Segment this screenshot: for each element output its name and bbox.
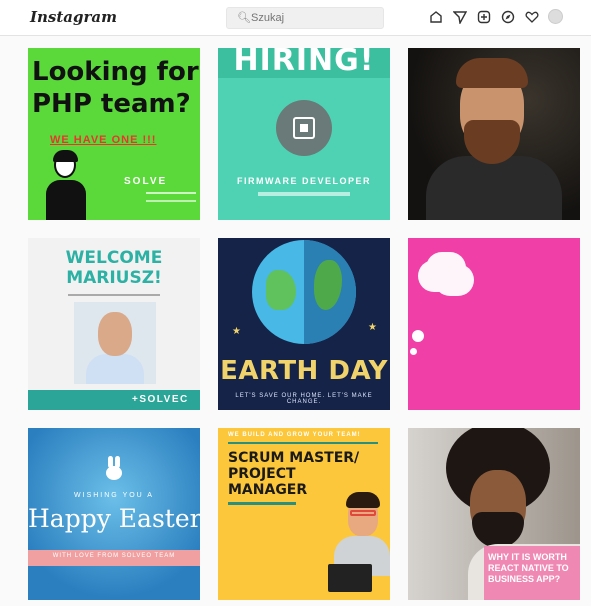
search-box[interactable]: 🔍︎ xyxy=(226,7,384,29)
chip-icon xyxy=(293,117,315,139)
post-welcome-mariusz[interactable]: WELCOME MARIUSZ! +SOLVEC xyxy=(28,238,200,410)
post-caption: LET'S SAVE OUR HOME. LET'S MAKE CHANGE. xyxy=(235,393,373,405)
portrait-shirt xyxy=(426,156,562,220)
post-portrait-man[interactable] xyxy=(408,48,580,220)
cartoon-person-illustration xyxy=(44,150,88,220)
bunny-icon xyxy=(104,456,124,484)
post-happy-easter[interactable]: WISHING YOU A Happy Easter! WITH LOVE FR… xyxy=(28,428,200,600)
post-subheading: WISHING YOU A xyxy=(74,492,154,499)
post-php-team[interactable]: Looking for PHP team? WE HAVE ONE !!! SO… xyxy=(28,48,200,220)
heading-underline xyxy=(228,502,296,505)
brand-label: SOLVE xyxy=(124,176,168,187)
glasses-icon xyxy=(350,510,376,516)
post-scrum-master[interactable]: WE BUILD AND GROW YOUR TEAM! SCRUM MASTE… xyxy=(218,428,390,600)
cloud-shape xyxy=(418,260,458,292)
heading-line: WELCOME xyxy=(65,248,163,268)
heading-line: MARIUSZ! xyxy=(66,268,162,288)
heading-line: PROJECT xyxy=(228,466,296,482)
profile-avatar[interactable] xyxy=(548,9,563,24)
post-top-text: WE BUILD AND GROW YOUR TEAM! xyxy=(228,432,361,438)
caption-subline xyxy=(258,192,350,196)
divider xyxy=(228,442,378,444)
post-caption: FIRMWARE DEVELOPER xyxy=(236,176,371,186)
post-heading: Looking for PHP team? xyxy=(32,56,199,120)
post-pink-clouds[interactable] xyxy=(408,238,580,410)
greeting-strip-text: WITH LOVE FROM SOLVEO TEAM xyxy=(52,553,176,559)
star-icon: ★ xyxy=(368,322,377,333)
heading-line: MANAGER xyxy=(228,482,308,498)
explore-icon[interactable] xyxy=(500,9,516,25)
search-input[interactable] xyxy=(251,10,379,26)
portrait-hair xyxy=(456,58,528,88)
post-heading: Happy Easter! xyxy=(28,504,200,533)
laptop-icon xyxy=(328,564,372,592)
cloud-dot xyxy=(410,348,417,355)
direct-icon[interactable] xyxy=(452,9,468,25)
brand-label: +SOLVEC xyxy=(132,394,189,405)
photo-face xyxy=(98,312,132,356)
overlay-line: BUSINESS APP? xyxy=(488,574,561,584)
heading-line: SCRUM MASTER/ xyxy=(228,450,360,466)
cloud-dot xyxy=(412,330,424,342)
post-heading: EARTH DAY xyxy=(220,356,388,386)
heading-line: Looking for xyxy=(32,57,199,87)
photo-shirt xyxy=(86,354,144,384)
brand-tagline-lines xyxy=(146,192,196,202)
post-heading: WELCOME MARIUSZ! xyxy=(28,248,200,288)
instagram-logo[interactable]: Instagram xyxy=(30,8,117,26)
activity-icon[interactable] xyxy=(524,9,540,25)
post-hiring-firmware[interactable]: HIRING! FIRMWARE DEVELOPER xyxy=(218,48,390,220)
post-heading: HIRING! xyxy=(233,48,375,78)
heading-line: PHP team? xyxy=(32,89,191,119)
post-earth-day[interactable]: ★ ★ EARTH DAY LET'S SAVE OUR HOME. LET'S… xyxy=(218,238,390,410)
overlay-line: REACT NATIVE TO xyxy=(488,563,569,573)
cartoon-person-hair xyxy=(346,492,380,508)
search-icon: 🔍︎ xyxy=(237,12,251,24)
home-icon[interactable] xyxy=(428,9,444,25)
nav-icons xyxy=(428,9,563,25)
post-subheading: WE HAVE ONE !!! xyxy=(50,134,157,146)
overlay-text: WHY IT IS WORTH REACT NATIVE TO BUSINESS… xyxy=(488,552,580,585)
post-react-native[interactable]: WHY IT IS WORTH REACT NATIVE TO BUSINESS… xyxy=(408,428,580,600)
star-icon: ★ xyxy=(232,326,241,337)
top-navigation-bar: Instagram 🔍︎ xyxy=(0,0,591,36)
new-post-icon[interactable] xyxy=(476,9,492,25)
divider xyxy=(68,294,160,296)
overlay-line: WHY IT IS WORTH xyxy=(488,552,567,562)
earth-globe-illustration xyxy=(252,240,356,344)
post-heading: SCRUM MASTER/ PROJECT MANAGER xyxy=(228,450,359,498)
